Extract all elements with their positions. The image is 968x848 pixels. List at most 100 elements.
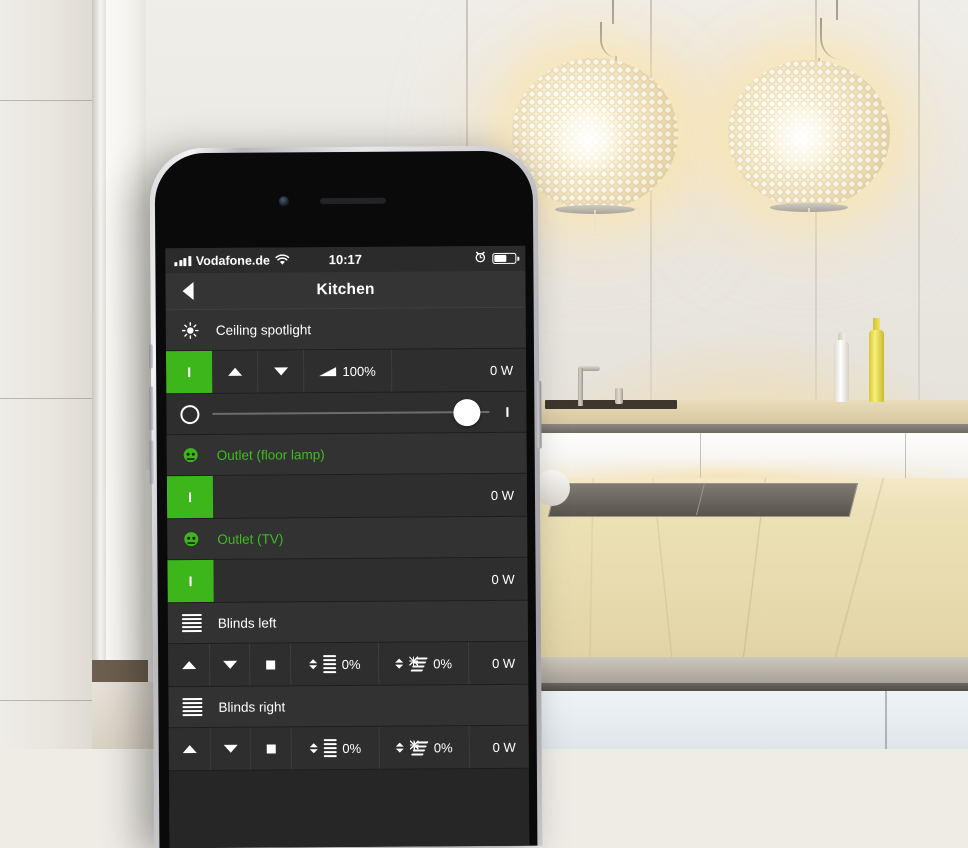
power-usage-value: 0 W xyxy=(491,571,515,587)
counter-edge xyxy=(540,424,968,433)
iphone-device: Vodafone.de 10:17 Kitchen Ceiling spotli… xyxy=(148,145,543,848)
arrow-down-icon xyxy=(222,660,237,669)
back-button[interactable] xyxy=(165,273,209,309)
cabinet-line xyxy=(0,100,92,101)
blinds-up-button[interactable] xyxy=(168,727,211,771)
back-arrow-icon xyxy=(181,282,194,301)
brightness-ramp-icon xyxy=(319,366,337,376)
pendant-lamp-left xyxy=(512,58,678,238)
device-header-ceiling-spotlight[interactable]: Ceiling spotlight xyxy=(165,307,526,352)
dimmer-slider-row[interactable]: I xyxy=(166,391,527,436)
power-button[interactable] xyxy=(537,380,542,449)
blinds-stop-button[interactable] xyxy=(250,643,292,686)
controls-outlet-tv: I 0 W xyxy=(167,557,528,604)
cabinet-gap xyxy=(92,0,106,749)
blinds-position-value[interactable]: 0% xyxy=(291,642,380,686)
brightness-up-button[interactable] xyxy=(211,350,259,393)
blinds-icon xyxy=(181,614,202,633)
cabinet-seam xyxy=(885,691,887,749)
phone-bezel: Vodafone.de 10:17 Kitchen Ceiling spotli… xyxy=(154,150,538,848)
power-outlet-icon xyxy=(181,447,201,463)
up-down-arrows-icon xyxy=(308,659,317,670)
battery-icon xyxy=(492,252,517,264)
page-title: Kitchen xyxy=(316,280,375,299)
navigation-bar: Kitchen xyxy=(165,270,526,311)
device-header-outlet-floor-lamp[interactable]: Outlet (floor lamp) xyxy=(166,432,527,477)
door-threshold xyxy=(92,660,148,682)
blind-position-icon xyxy=(322,655,336,674)
front-camera-icon xyxy=(278,196,289,207)
arrow-up-icon xyxy=(227,367,242,376)
power-toggle-button[interactable]: I xyxy=(167,559,214,603)
faucet xyxy=(578,368,583,406)
pendant-lamp-right xyxy=(728,60,890,236)
blinds-icon xyxy=(182,698,203,717)
device-name: Blinds right xyxy=(218,698,286,715)
foreground-cabinet xyxy=(0,0,92,749)
dimmer-slider-knob[interactable] xyxy=(453,398,481,426)
volume-up-button[interactable] xyxy=(149,386,154,431)
stop-square-icon xyxy=(265,660,275,670)
device-header-blinds-left[interactable]: Blinds left xyxy=(167,600,529,645)
up-down-arrows-icon xyxy=(309,743,318,754)
blinds-position-percent: 0% xyxy=(342,740,362,756)
tall-cabinet xyxy=(106,0,146,749)
oil-bottle xyxy=(869,330,884,402)
blinds-slat-value[interactable]: 0% xyxy=(379,642,470,685)
controls-blinds-left: 0% 0% 0 W xyxy=(168,641,529,688)
slider-on-label[interactable]: I xyxy=(502,404,512,420)
brightness-percent: 100% xyxy=(342,363,376,379)
blind-slat-angle-icon xyxy=(410,740,429,756)
brightness-down-button[interactable] xyxy=(257,350,305,393)
controls-outlet-floor-lamp: I 0 W xyxy=(166,473,528,520)
power-usage-value: 0 W xyxy=(489,362,514,378)
arrow-down-icon xyxy=(273,367,288,376)
volume-down-button[interactable] xyxy=(149,440,154,485)
controls-ceiling-spotlight: I 100% 0 W xyxy=(165,348,527,395)
sun-brightness-icon xyxy=(180,321,200,339)
up-down-arrows-icon xyxy=(395,742,404,753)
device-name: Blinds left xyxy=(217,614,277,631)
sink-knob xyxy=(615,388,623,404)
blinds-up-button[interactable] xyxy=(168,643,211,687)
floor xyxy=(92,682,162,749)
blind-position-icon xyxy=(323,739,337,758)
base-cabinets xyxy=(540,691,968,749)
island-shadow xyxy=(540,683,968,691)
arrow-up-icon xyxy=(182,745,197,754)
device-name: Outlet (floor lamp) xyxy=(216,446,325,463)
island-front-edge xyxy=(540,657,968,683)
device-name: Ceiling spotlight xyxy=(215,321,312,338)
brightness-value[interactable]: 100% xyxy=(303,349,393,393)
status-bar-time: 10:17 xyxy=(328,251,363,268)
status-bar: Vodafone.de 10:17 xyxy=(165,245,526,274)
pendant-cable xyxy=(612,0,614,24)
blinds-position-percent: 0% xyxy=(341,656,361,672)
arrow-up-icon xyxy=(181,661,196,670)
device-header-blinds-right[interactable]: Blinds right xyxy=(168,684,529,729)
power-toggle-button[interactable]: I xyxy=(165,350,213,394)
phone-screen: Vodafone.de 10:17 Kitchen Ceiling spotli… xyxy=(165,245,530,848)
alarm-clock-icon xyxy=(474,251,486,266)
blinds-down-button[interactable] xyxy=(210,643,251,686)
mute-switch[interactable] xyxy=(148,344,154,369)
power-toggle-button[interactable]: I xyxy=(166,475,214,519)
blinds-slat-percent: 0% xyxy=(433,655,453,671)
slider-off-icon[interactable] xyxy=(180,404,200,424)
device-name: Outlet (TV) xyxy=(217,530,284,547)
device-header-outlet-tv[interactable]: Outlet (TV) xyxy=(167,516,528,561)
cabinet-line xyxy=(0,398,92,399)
pendant-cable xyxy=(836,0,838,20)
sink xyxy=(545,400,677,409)
earpiece-speaker xyxy=(319,197,386,205)
power-usage-value: 0 W xyxy=(490,487,515,503)
blinds-slat-value[interactable]: 0% xyxy=(379,726,470,769)
power-usage-value: 0 W xyxy=(492,739,516,755)
blinds-position-value[interactable]: 0% xyxy=(291,726,380,770)
power-usage-value: 0 W xyxy=(491,655,516,671)
blinds-slat-percent: 0% xyxy=(433,739,453,755)
up-down-arrows-icon xyxy=(395,658,404,669)
dimmer-slider-track[interactable] xyxy=(212,398,490,426)
blind-slat-angle-icon xyxy=(409,656,429,672)
pepper-grinder xyxy=(834,340,849,402)
